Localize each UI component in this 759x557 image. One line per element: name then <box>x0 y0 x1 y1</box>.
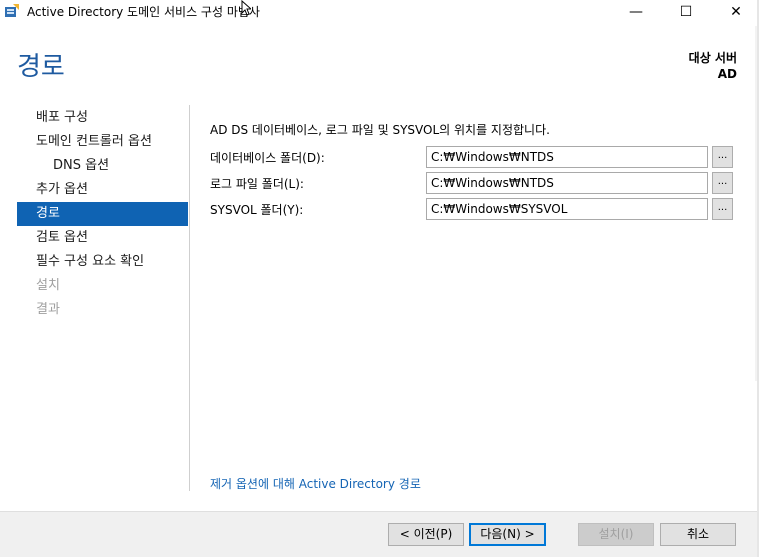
nav-item-paths[interactable]: 경로 <box>17 202 188 226</box>
nav-item-additional-options[interactable]: 추가 옵션 <box>17 178 188 202</box>
cancel-button[interactable]: 취소 <box>660 523 736 546</box>
more-info-link[interactable]: 제거 옵션에 대해 Active Directory 경로 <box>210 475 421 492</box>
nav-item-installation: 설치 <box>36 278 60 293</box>
database-folder-row: 데이터베이스 폴더(D): ... <box>210 146 735 168</box>
nav-item-results: 결과 <box>36 302 60 317</box>
sysvol-folder-input[interactable] <box>426 198 708 220</box>
close-button[interactable]: ✕ <box>713 0 759 24</box>
target-server: 대상 서버 AD <box>689 50 737 82</box>
database-folder-input[interactable] <box>426 146 708 168</box>
sysvol-folder-label: SYSVOL 폴더(Y): <box>210 203 304 217</box>
maximize-button[interactable]: ☐ <box>663 0 709 24</box>
database-folder-browse-button[interactable]: ... <box>712 146 733 168</box>
title-bar: Active Directory 도메인 서비스 구성 마법사 — ☐ ✕ <box>0 0 759 26</box>
nav-divider <box>189 105 190 491</box>
page-title: 경로 <box>17 52 65 82</box>
nav-item-prerequisites-check[interactable]: 필수 구성 요소 확인 <box>17 250 188 274</box>
previous-button[interactable]: < 이전(P) <box>388 523 464 546</box>
nav-item-dc-options[interactable]: 도메인 컨트롤러 옵션 <box>17 130 188 154</box>
log-folder-browse-button[interactable]: ... <box>712 172 733 194</box>
install-button: 설치(I) <box>578 523 654 546</box>
database-folder-label: 데이터베이스 폴더(D): <box>210 151 325 165</box>
nav-item-dns-options[interactable]: DNS 옵션 <box>17 154 188 178</box>
target-server-label: 대상 서버 <box>688 51 737 65</box>
minimize-button[interactable]: — <box>613 0 659 24</box>
window-title: Active Directory 도메인 서비스 구성 마법사 <box>27 5 260 19</box>
wizard-footer: < 이전(P) 다음(N) > 설치(I) 취소 <box>0 511 757 557</box>
sysvol-folder-row: SYSVOL 폴더(Y): ... <box>210 198 735 220</box>
nav-item-review-options[interactable]: 검토 옵션 <box>17 226 188 250</box>
page-description: AD DS 데이터베이스, 로그 파일 및 SYSVOL의 위치를 지정합니다. <box>210 123 550 137</box>
sysvol-folder-browse-button[interactable]: ... <box>712 198 733 220</box>
target-server-name: AD <box>717 67 737 81</box>
log-folder-label: 로그 파일 폴더(L): <box>210 177 304 191</box>
server-wizard-icon <box>5 4 19 17</box>
mouse-cursor-icon <box>241 0 251 16</box>
log-folder-row: 로그 파일 폴더(L): ... <box>210 172 735 194</box>
wizard-nav: 배포 구성 도메인 컨트롤러 옵션 DNS 옵션 추가 옵션 경로 검토 옵션 … <box>17 106 188 322</box>
log-folder-input[interactable] <box>426 172 708 194</box>
next-button[interactable]: 다음(N) > <box>469 523 546 546</box>
nav-item-deployment-config[interactable]: 배포 구성 <box>17 106 188 130</box>
